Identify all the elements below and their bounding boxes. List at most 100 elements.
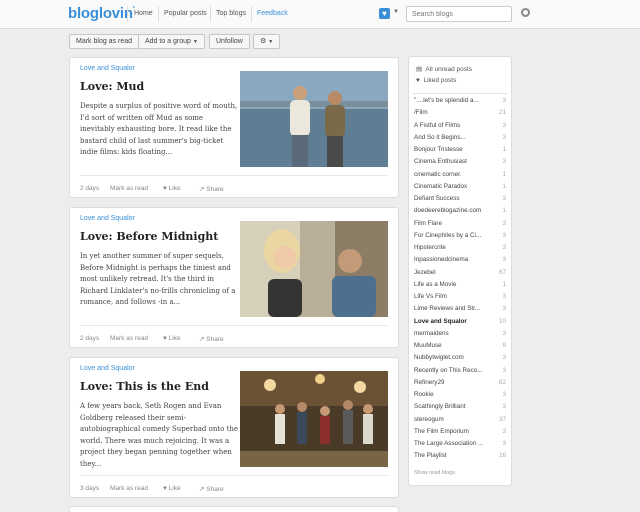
share-button[interactable]: ↗ Share (199, 485, 224, 493)
gear-icon[interactable] (521, 8, 530, 17)
nav-top-blogs[interactable]: Top blogs (216, 10, 246, 17)
sidebar-blog-name: A Fistful of Films (414, 121, 461, 129)
sidebar-blog-count: 1 (502, 182, 506, 190)
post-blog-name[interactable]: Love and Squalor (80, 365, 135, 372)
share-button[interactable]: ↗ Share (199, 185, 224, 193)
sidebar-blog-item[interactable]: Recently on This Reco... 3 (414, 367, 506, 379)
sidebar-blog-item[interactable]: stereogum 37 (414, 416, 506, 428)
nav-home[interactable]: Home (134, 10, 153, 17)
sidebar-blog-item[interactable]: cinematic corner. 1 (414, 171, 506, 183)
sidebar-blog-item[interactable]: The Large Association ... 3 (414, 440, 506, 452)
sidebar-blog-item[interactable]: Refinery29 62 (414, 379, 506, 391)
sidebar-blog-count: 3 (502, 366, 506, 374)
sidebar-blog-count: 37 (498, 415, 506, 423)
sidebar-blog-count: 3 (502, 158, 506, 166)
like-button[interactable]: ♥ Like (163, 335, 181, 342)
all-unread-label: All unread posts (425, 66, 473, 73)
sidebar-blog-name: Life as a Movie (414, 280, 457, 288)
sidebar-blog-item[interactable]: Life Vs Film 3 (414, 293, 506, 305)
liked-posts-link[interactable]: ♥ Liked posts (416, 77, 456, 84)
sidebar-blog-name: The Playlist (414, 452, 447, 460)
share-label: Share (206, 336, 224, 343)
sidebar-blog-name: Cinematic Paradox (414, 182, 468, 190)
sidebar-blog-item[interactable]: Jezebel 67 (414, 269, 506, 281)
sidebar-blog-name: Film Flare (414, 219, 442, 227)
sidebar-blog-item[interactable]: Defiant Success 3 (414, 195, 506, 207)
nav-divider (158, 6, 159, 22)
mark-as-read-link[interactable]: Mark as read (110, 485, 148, 492)
sidebar-blog-item[interactable]: Cinema Enthusiast 3 (414, 158, 506, 170)
heart-icon: ♥ (163, 185, 167, 192)
sidebar-blog-item[interactable]: A Fistful of Films 3 (414, 122, 506, 134)
sidebar-blog-item[interactable]: Bonjour Tristesse 1 (414, 146, 506, 158)
sidebar-blog-item[interactable]: The Film Emporium 3 (414, 428, 506, 440)
share-label: Share (206, 186, 224, 193)
chevron-down-icon[interactable]: ▼ (393, 9, 399, 15)
post-card: Love and Squalor Love: This is the End A… (69, 357, 399, 498)
sidebar-blog-name: Rookie (414, 391, 434, 398)
logo-text: bloglovin (68, 5, 133, 22)
unfollow-button[interactable]: Unfollow (209, 34, 250, 49)
post-card: Love and Squalor Love: Before Midnight I… (69, 207, 399, 348)
post-title[interactable]: Love: Mud (80, 80, 144, 93)
sidebar-blog-item[interactable]: "....let's be splendid a... 3 (414, 97, 506, 109)
sidebar-blog-item[interactable]: Film Flare 3 (414, 220, 506, 232)
sidebar-blog-name: MuuMuse (414, 342, 442, 349)
sidebar-blog-count: 1 (502, 207, 506, 215)
sidebar-blog-name: Nubbytwiglet.com (414, 354, 464, 362)
sidebar-blog-item[interactable]: The Playlist 16 (414, 452, 506, 464)
post-title[interactable]: Love: Before Midnight (80, 230, 218, 243)
sidebar-blog-item[interactable]: Inpassionedcinema 3 (414, 256, 506, 268)
like-button[interactable]: ♥ Like (163, 185, 181, 192)
mark-as-read-link[interactable]: Mark as read (110, 185, 148, 192)
sidebar-blog-name: Recently on This Reco... (414, 366, 483, 374)
post-blog-name[interactable]: Love and Squalor (80, 215, 135, 222)
post-thumbnail[interactable] (240, 221, 388, 317)
post-thumbnail[interactable] (240, 71, 388, 167)
sidebar-blog-count: 3 (502, 391, 506, 398)
heart-icon: ♥ (416, 77, 420, 84)
nav-popular-posts[interactable]: Popular posts (164, 10, 207, 17)
sidebar-blog-item[interactable]: /Film 21 (414, 109, 506, 121)
sidebar-blog-item[interactable]: Scathingly Brilliant 3 (414, 403, 506, 415)
like-button[interactable]: ♥ Like (163, 485, 181, 492)
all-unread-posts-link[interactable]: ▤ All unread posts (416, 65, 472, 73)
post-title[interactable]: Love: This is the End (80, 380, 209, 393)
sidebar-blog-name: Bonjour Tristesse (414, 146, 463, 153)
search-input[interactable] (406, 6, 512, 22)
sidebar-blog-count: 3 (502, 231, 506, 239)
sidebar-blog-item[interactable]: doedeereblogazine.com 1 (414, 207, 506, 219)
sidebar-blog-item[interactable]: MuuMuse 9 (414, 342, 506, 354)
sidebar-blog-name: The Film Emporium (414, 427, 469, 435)
sidebar-blog-item[interactable]: Rookie 3 (414, 391, 506, 403)
bloglovin-logo[interactable]: bloglovin' (68, 5, 135, 22)
sidebar-blog-item[interactable]: For Cinephiles by a Ci... 3 (414, 232, 506, 244)
sidebar-blog-item[interactable]: Hipstercrite 3 (414, 244, 506, 256)
sidebar-blog-item[interactable]: mermaidens 3 (414, 330, 506, 342)
chevron-down-icon: ▼ (192, 39, 198, 45)
top-bar: bloglovin' Home Popular posts Top blogs … (0, 0, 640, 29)
sidebar-blog-count: 3 (502, 427, 506, 435)
mark-blog-read-button[interactable]: Mark blog as read (69, 34, 140, 49)
mark-as-read-link[interactable]: Mark as read (110, 335, 148, 342)
add-to-group-label: Add to a group (145, 38, 191, 45)
sidebar-blog-item[interactable]: And So it Begins... 3 (414, 134, 506, 146)
post-thumbnail[interactable] (240, 371, 388, 467)
sidebar-blog-item[interactable]: Cinematic Paradox 1 (414, 183, 506, 195)
sidebar-blog-count: 3 (502, 121, 506, 129)
nav-feedback[interactable]: Feedback (257, 10, 288, 17)
sidebar-blog-count: 3 (502, 329, 506, 337)
heart-icon[interactable]: ♥ (379, 8, 390, 19)
sidebar-blog-item[interactable]: Lime Reviews and Str... 3 (414, 305, 506, 317)
show-read-blogs-link[interactable]: Show read blogs (414, 470, 455, 476)
sidebar-blog-name: mermaidens (414, 329, 449, 337)
sidebar-blog-item[interactable]: Life as a Movie 1 (414, 281, 506, 293)
sidebar-blog-item[interactable]: Love and Squalor 10 (414, 318, 506, 330)
sidebar-blog-item[interactable]: Nubbytwiglet.com 3 (414, 354, 506, 366)
settings-button[interactable]: ⚙ ▼ (253, 34, 281, 49)
post-card: Love and Squalor Love: Mud Despite a sur… (69, 57, 399, 198)
share-button[interactable]: ↗ Share (199, 335, 224, 343)
add-to-group-button[interactable]: Add to a group ▼ (138, 34, 205, 49)
post-blog-name[interactable]: Love and Squalor (80, 65, 135, 72)
chevron-down-icon: ▼ (268, 39, 274, 45)
